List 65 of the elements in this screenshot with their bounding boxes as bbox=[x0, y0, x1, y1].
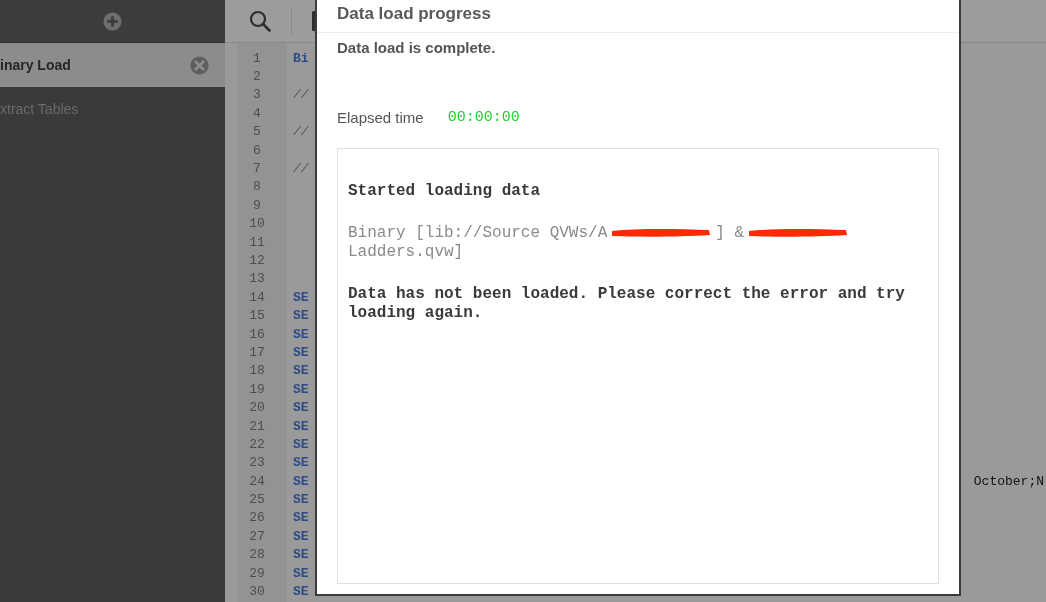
line-number: 22 bbox=[248, 436, 266, 452]
code-text: SE bbox=[293, 381, 309, 397]
line-number: 5 bbox=[252, 124, 262, 140]
section-tab[interactable]: inary Load bbox=[0, 43, 225, 87]
close-icon[interactable] bbox=[190, 55, 209, 75]
line-number: 28 bbox=[248, 547, 266, 563]
code-text: Bi bbox=[293, 50, 309, 66]
code-text: SE bbox=[293, 308, 309, 324]
line-number: 26 bbox=[248, 510, 266, 526]
code-text: SE bbox=[293, 584, 309, 599]
line-number: 17 bbox=[248, 344, 266, 360]
dialog-title: Data load progress bbox=[317, 0, 959, 33]
code-text: // bbox=[293, 124, 309, 140]
line-number: 2 bbox=[252, 69, 262, 85]
line-number: 18 bbox=[248, 363, 266, 379]
code-text: SE bbox=[293, 547, 309, 563]
line-number: 6 bbox=[252, 142, 262, 158]
line-number: 19 bbox=[248, 381, 266, 397]
log-text: Ladders.qvw] bbox=[348, 243, 464, 261]
line-number: 30 bbox=[248, 584, 266, 599]
line-number: 10 bbox=[248, 216, 266, 232]
code-text: // bbox=[293, 87, 309, 103]
line-number: 16 bbox=[248, 326, 266, 342]
line-number: 27 bbox=[248, 528, 266, 544]
log-text: Binary [lib://Source QVWs/A bbox=[348, 224, 608, 242]
error-message: Data has not been loaded. Please correct the error and try loading again. bbox=[348, 285, 906, 323]
code-text: October;N bbox=[973, 473, 1044, 489]
code-text: // bbox=[293, 161, 309, 177]
line-number: 13 bbox=[248, 271, 266, 287]
code-text: SE bbox=[293, 492, 309, 508]
line-number: 23 bbox=[248, 455, 266, 471]
line-number: 21 bbox=[248, 418, 266, 434]
code-text: SE bbox=[293, 289, 309, 305]
line-number: 4 bbox=[252, 105, 262, 121]
code-text: SE bbox=[293, 418, 309, 434]
line-number: 12 bbox=[248, 253, 266, 268]
code-text: SE bbox=[293, 510, 309, 526]
code-text: SE bbox=[293, 400, 309, 416]
line-number: 1 bbox=[252, 50, 262, 66]
log-text: Started loading data bbox=[348, 182, 542, 201]
line-number: 15 bbox=[248, 308, 266, 324]
code-text: SE bbox=[293, 344, 309, 360]
status-message: Data load is complete. bbox=[336, 38, 497, 56]
line-number: 7 bbox=[252, 161, 262, 177]
code-text: SE bbox=[293, 455, 309, 471]
line-number: 9 bbox=[252, 197, 262, 213]
line-number: 20 bbox=[248, 400, 266, 416]
line-number: 11 bbox=[248, 234, 266, 250]
line-number: 14 bbox=[248, 289, 266, 305]
line-number: 3 bbox=[252, 87, 262, 103]
line-number: 8 bbox=[252, 179, 262, 195]
elapsed-value: 00:00:00 bbox=[447, 109, 520, 126]
search-icon[interactable] bbox=[249, 10, 271, 32]
code-text: SE bbox=[293, 565, 309, 581]
code-text: SE bbox=[293, 363, 309, 379]
code-text: SE bbox=[293, 528, 309, 544]
code-text: SE bbox=[293, 473, 309, 489]
line-number: 29 bbox=[248, 565, 266, 581]
code-text: SE bbox=[293, 436, 309, 452]
log-text: ] & bbox=[715, 224, 745, 242]
line-number: 24 bbox=[248, 473, 266, 489]
code-text: SE bbox=[293, 326, 309, 342]
add-icon[interactable] bbox=[103, 11, 122, 31]
elapsed-label: Elapsed time bbox=[337, 109, 424, 126]
line-number: 25 bbox=[248, 492, 266, 508]
